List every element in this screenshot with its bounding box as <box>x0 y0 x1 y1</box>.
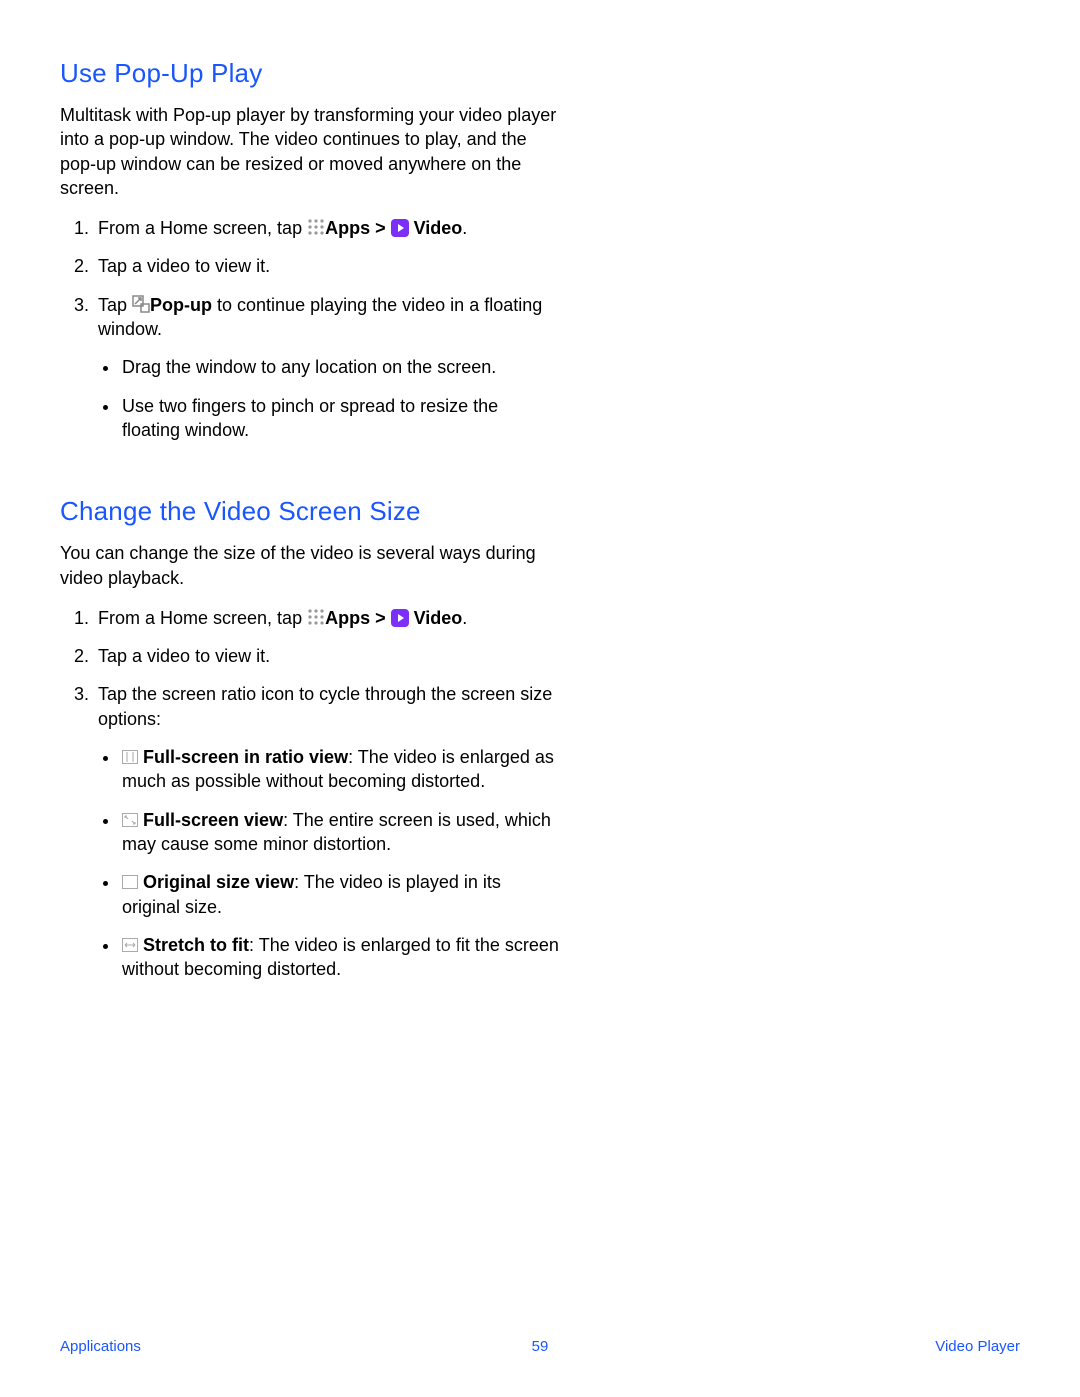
heading-popup-play: Use Pop-Up Play <box>60 58 560 89</box>
step-1-pre: From a Home screen, tap <box>98 218 307 238</box>
step-1: From a Home screen, tap Apps > Video. <box>94 216 560 240</box>
option-ratio-view: Full-screen in ratio view: The video is … <box>120 745 560 794</box>
popup-window-icon <box>132 295 150 313</box>
ss-step-3-text: Tap the screen ratio icon to cycle throu… <box>98 684 552 728</box>
ratio-view-label: Full-screen in ratio view <box>143 747 348 767</box>
video-play-icon <box>391 609 409 627</box>
option-original-size: Original size view: The video is played … <box>120 870 560 919</box>
ss-step-1: From a Home screen, tap Apps > Video. <box>94 606 560 630</box>
period: . <box>462 218 467 238</box>
period: . <box>462 608 467 628</box>
footer-page-number: 59 <box>532 1338 549 1355</box>
video-label: Video <box>414 218 463 238</box>
steps-popup-play: From a Home screen, tap Apps > Video. Ta… <box>94 216 560 442</box>
page-footer: Applications 59 Video Player <box>60 1338 1020 1355</box>
option-fullscreen: Full-screen view: The entire screen is u… <box>120 808 560 857</box>
fullscreen-label: Full-screen view <box>143 810 283 830</box>
ss-step-3: Tap the screen ratio icon to cycle throu… <box>94 682 560 981</box>
apps-label: Apps <box>325 608 370 628</box>
ratio-view-icon <box>122 746 138 760</box>
step-2: Tap a video to view it. <box>94 254 560 278</box>
ss-step-2: Tap a video to view it. <box>94 644 560 668</box>
video-label: Video <box>414 608 463 628</box>
heading-screen-size: Change the Video Screen Size <box>60 496 560 527</box>
steps-screen-size: From a Home screen, tap Apps > Video. Ta… <box>94 606 560 982</box>
step-3-pre: Tap <box>98 295 132 315</box>
stretch-icon <box>122 934 138 948</box>
popup-label: Pop-up <box>150 295 212 315</box>
footer-left: Applications <box>60 1338 141 1355</box>
gt-separator: > <box>370 608 391 628</box>
screen-size-options: Full-screen in ratio view: The video is … <box>120 745 560 981</box>
ss-step-1-pre: From a Home screen, tap <box>98 608 307 628</box>
bullet-drag: Drag the window to any location on the s… <box>120 355 560 379</box>
apps-grid-icon <box>307 608 325 626</box>
intro-popup-play: Multitask with Pop-up player by transfor… <box>60 103 560 200</box>
original-size-icon <box>122 871 138 885</box>
footer-right: Video Player <box>935 1338 1020 1355</box>
option-stretch: Stretch to fit: The video is enlarged to… <box>120 933 560 982</box>
document-page: Use Pop-Up Play Multitask with Pop-up pl… <box>0 0 1080 1397</box>
step-3: Tap Pop-up to continue playing the video… <box>94 293 560 442</box>
intro-screen-size: You can change the size of the video is … <box>60 541 560 590</box>
video-play-icon <box>391 219 409 237</box>
apps-label: Apps <box>325 218 370 238</box>
gt-separator: > <box>370 218 391 238</box>
fullscreen-icon <box>122 809 138 823</box>
stretch-label: Stretch to fit <box>143 935 249 955</box>
bullet-pinch: Use two fingers to pinch or spread to re… <box>120 394 560 443</box>
original-size-label: Original size view <box>143 872 294 892</box>
apps-grid-icon <box>307 218 325 236</box>
popup-sub-bullets: Drag the window to any location on the s… <box>120 355 560 442</box>
content-column: Use Pop-Up Play Multitask with Pop-up pl… <box>60 58 560 981</box>
